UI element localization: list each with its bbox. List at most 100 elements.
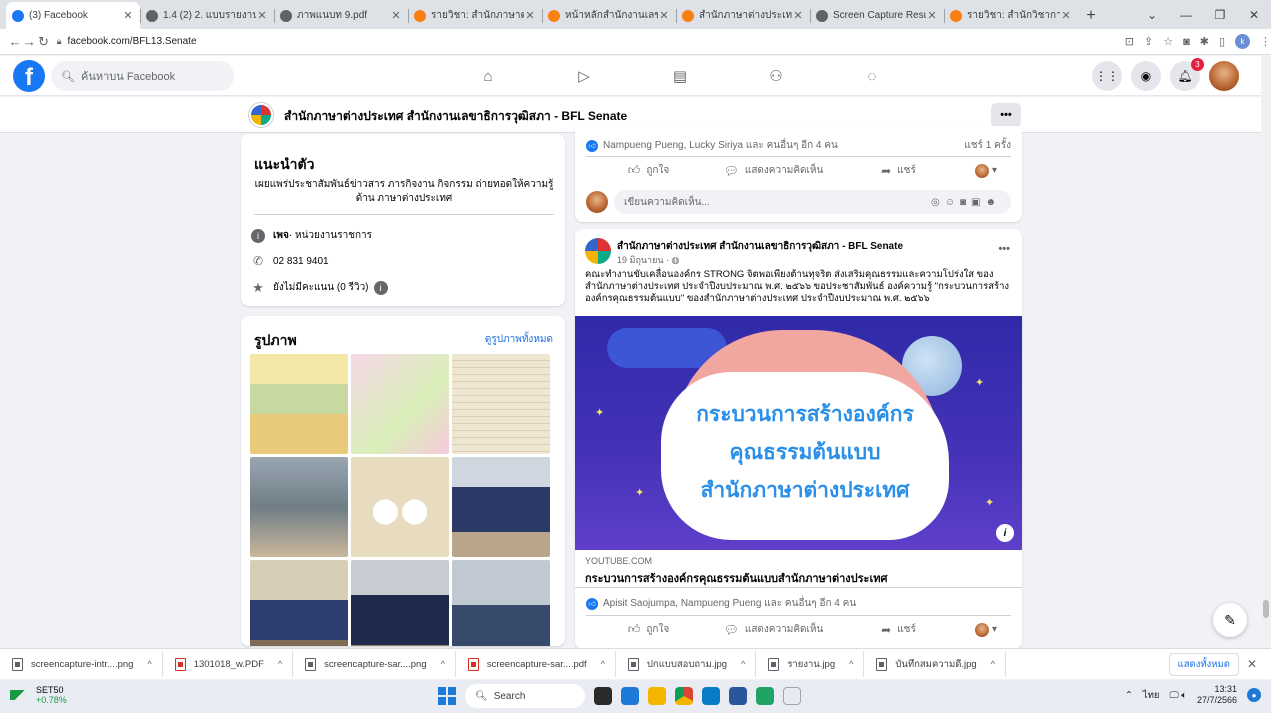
reactions-row[interactable]: 👍︎ Apisit Saojumpa, Nampueng Pueng และ ค… xyxy=(586,596,1011,611)
notification-center-icon[interactable]: ● xyxy=(1247,688,1261,702)
browser-tab[interactable]: รายวิชา: สำนักวิชาการ ✕ xyxy=(944,2,1078,29)
network-volume-icon[interactable]: 🖵︎ 🔈︎ xyxy=(1169,690,1187,701)
download-item[interactable]: 1301018_w.PDF ^ xyxy=(174,651,294,677)
restore-button[interactable]: ❐ xyxy=(1203,0,1237,29)
line-icon[interactable] xyxy=(756,687,774,705)
page-more-button[interactable]: ••• xyxy=(991,103,1021,127)
download-options-chevron-icon[interactable]: ^ xyxy=(601,659,605,669)
photo-thumbnail[interactable] xyxy=(351,560,449,646)
photos-app-icon[interactable] xyxy=(783,687,801,705)
reactions-row[interactable]: 👍︎ Nampueng Pueng, Lucky Siriya และ คนอื… xyxy=(586,138,1011,153)
groups-icon[interactable]: ⚇ xyxy=(728,62,824,90)
tray-chevron-up-icon[interactable]: ⌃ xyxy=(1125,690,1133,701)
task-view-icon[interactable] xyxy=(594,687,612,705)
like-button[interactable]: 👍︎ ถูกใจ xyxy=(586,622,711,637)
download-item[interactable]: รายงาน.jpg ^ xyxy=(768,651,865,677)
download-item[interactable]: บันทึกสมความดี.jpg ^ xyxy=(876,651,1006,677)
account-avatar[interactable] xyxy=(1209,61,1239,91)
share-button[interactable]: ➦ แชร์ xyxy=(836,163,961,178)
edge-icon[interactable] xyxy=(702,687,720,705)
photo-thumbnail[interactable] xyxy=(351,354,449,454)
clock[interactable]: 13:31 27/7/2566 xyxy=(1197,684,1237,706)
address-bar[interactable]: 🔒︎ facebook.com/BFL13.Senate xyxy=(57,32,1107,52)
profile-avatar[interactable]: k xyxy=(1235,34,1250,49)
comment-button[interactable]: 💬︎ แสดงความคิดเห็น xyxy=(711,163,836,178)
download-item[interactable]: ปกแบบสอบถาม.jpg ^ xyxy=(627,651,757,677)
lock-icon[interactable]: 🔒︎ xyxy=(57,36,62,47)
browser-tab[interactable]: Screen Capture Result ✕ xyxy=(810,2,944,29)
link-source[interactable]: YOUTUBE.COM xyxy=(585,556,652,566)
post-author-name[interactable]: สำนักภาษาต่างประเทศ สำนักงานเลขาธิการวุฒ… xyxy=(617,239,903,254)
forward-icon[interactable]: → xyxy=(22,34,36,49)
scrollbar-thumb[interactable] xyxy=(1263,600,1269,618)
messenger-icon[interactable]: ◉ xyxy=(1131,61,1161,91)
bookmark-star-icon[interactable]: ☆ xyxy=(1163,35,1173,48)
download-options-chevron-icon[interactable]: ^ xyxy=(278,659,282,669)
teams-chat-icon[interactable] xyxy=(621,687,639,705)
browser-tab[interactable]: ภาพแนบท 9.pdf ✕ xyxy=(274,2,408,29)
gaming-icon[interactable]: ◌ xyxy=(824,62,920,90)
facebook-search-input[interactable]: 🔍︎ ค้นหาบน Facebook xyxy=(51,61,234,91)
watch-video-icon[interactable]: ▷ xyxy=(536,62,632,90)
close-tab-icon[interactable]: ✕ xyxy=(792,9,804,22)
download-item[interactable]: screencapture-sar....png ^ xyxy=(305,651,456,677)
page-scrollbar[interactable] xyxy=(1261,56,1271,641)
new-tab-button[interactable]: + xyxy=(1078,2,1104,29)
share-count[interactable]: แชร์ 1 ครั้ง xyxy=(964,138,1011,153)
photo-thumbnail[interactable] xyxy=(250,560,348,646)
home-icon[interactable]: ⌂ xyxy=(440,62,536,90)
photo-thumbnail[interactable] xyxy=(250,457,348,557)
chrome-icon[interactable] xyxy=(675,687,693,705)
post-more-button[interactable]: ••• xyxy=(998,243,1010,255)
download-options-chevron-icon[interactable]: ^ xyxy=(441,659,445,669)
rating-info-icon[interactable]: i xyxy=(373,280,388,295)
download-options-chevron-icon[interactable]: ^ xyxy=(991,659,995,669)
install-app-icon[interactable]: ⊡ xyxy=(1125,35,1134,48)
download-options-chevron-icon[interactable]: ^ xyxy=(741,659,745,669)
download-options-chevron-icon[interactable]: ^ xyxy=(849,659,853,669)
new-message-compose-icon[interactable]: ✎ xyxy=(1213,603,1247,637)
post-date[interactable]: 19 มิถุนายน · ◍ xyxy=(617,253,679,267)
page-logo-icon[interactable] xyxy=(249,103,273,127)
link-title[interactable]: กระบวนการสร้างองค์กรคุณธรรมต้นแบบสำนักภา… xyxy=(585,569,887,587)
taskbar-search[interactable]: 🔍︎ Search xyxy=(465,684,585,708)
photo-thumbnail[interactable] xyxy=(452,354,550,454)
close-tab-icon[interactable]: ✕ xyxy=(390,9,402,22)
browser-tab[interactable]: สำนักภาษาต่างประเทศ ✕ xyxy=(676,2,810,29)
close-tab-icon[interactable]: ✕ xyxy=(524,9,536,22)
comment-button[interactable]: 💬︎ แสดงความคิดเห็น xyxy=(711,622,836,637)
close-tab-icon[interactable]: ✕ xyxy=(122,9,134,22)
share-button[interactable]: ➦ แชร์ xyxy=(836,622,961,637)
browser-tab[interactable]: หน้าหลักสำนักงานเลขาธิการวุฒิ✕ xyxy=(542,2,676,29)
menu-grid-icon[interactable]: ⋮⋮ xyxy=(1092,61,1122,91)
stock-widget[interactable]: SET50 +0.78% xyxy=(10,685,67,705)
input-language[interactable]: ไทย xyxy=(1143,688,1160,703)
close-tab-icon[interactable]: ✕ xyxy=(256,9,268,22)
marketplace-icon[interactable]: ▤ xyxy=(632,62,728,90)
see-all-photos-link[interactable]: ดูรูปภาพทั้งหมด xyxy=(485,332,553,347)
share-icon[interactable]: ⇪ xyxy=(1144,35,1153,48)
post-author-logo-icon[interactable] xyxy=(585,238,611,264)
photo-thumbnail[interactable] xyxy=(351,457,449,557)
react-as-selector[interactable]: ▾ xyxy=(961,163,1011,178)
minimize-button[interactable]: — xyxy=(1169,0,1203,29)
page-name[interactable]: สำนักภาษาต่างประเทศ สำนักงานเลขาธิการวุฒ… xyxy=(284,107,627,126)
close-tab-icon[interactable]: ✕ xyxy=(658,9,670,22)
download-options-chevron-icon[interactable]: ^ xyxy=(147,659,151,669)
reload-icon[interactable]: ↻ xyxy=(37,34,51,50)
extensions-icon[interactable]: ✱ xyxy=(1200,35,1209,48)
close-window-button[interactable]: ✕ xyxy=(1237,0,1271,29)
browser-tab[interactable]: 1.4 (2) 2. แบบรายงานผลการ✕ xyxy=(140,2,274,29)
photo-thumbnail[interactable] xyxy=(452,560,550,646)
photo-thumbnail[interactable] xyxy=(250,354,348,454)
notifications-bell-icon[interactable]: 🔔︎ 3 xyxy=(1170,58,1204,91)
comment-input[interactable]: เขียนความคิดเห็น... ◎☺◙▣☻ xyxy=(614,190,1011,214)
close-tab-icon[interactable]: ✕ xyxy=(926,9,938,22)
browser-menu-icon[interactable]: ⋮ xyxy=(1260,35,1271,48)
show-all-downloads-button[interactable]: แสดงทั้งหมด xyxy=(1168,652,1239,676)
download-item[interactable]: screencapture-intr....png ^ xyxy=(12,651,163,677)
comment-attachment-icons[interactable]: ◎☺◙▣☻ xyxy=(931,197,1001,208)
close-shelf-icon[interactable]: ✕ xyxy=(1247,657,1257,671)
word-icon[interactable] xyxy=(729,687,747,705)
info-icon[interactable]: i xyxy=(996,524,1014,542)
